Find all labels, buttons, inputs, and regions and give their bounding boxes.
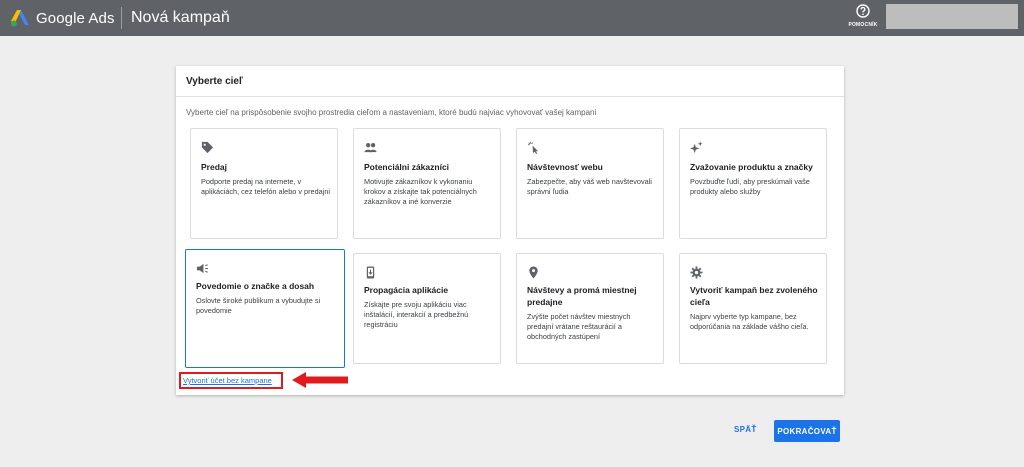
arrow-left-icon xyxy=(292,372,348,388)
goal-card-app-promotion[interactable]: Propagácia aplikácie Získajte pre svoju … xyxy=(353,253,501,364)
card-divider xyxy=(176,96,844,97)
goal-card-leads[interactable]: Potenciálni zákazníci Motivujte zákazník… xyxy=(353,128,501,239)
goal-description: Oslovte široké publikum a vybudujte si p… xyxy=(196,296,321,315)
goal-card-product-consideration[interactable]: Zvažovanie produktu a značky Povzbuďte ľ… xyxy=(679,128,827,239)
goal-title: Vytvoriť kampaň bez zvoleného cieľa xyxy=(690,285,818,307)
create-account-without-campaign-link[interactable]: Vytvoriť účet bez kampane xyxy=(183,376,272,385)
goal-card-local-store-visits[interactable]: Návštevy a promá miestnej predajne Zvýšt… xyxy=(516,253,664,364)
goal-title: Potenciálni zákazníci xyxy=(364,162,450,172)
goal-description: Zabezpečte, aby váš web navštevovali spr… xyxy=(527,177,652,196)
google-ads-logo-icon[interactable] xyxy=(10,9,30,27)
goal-title: Návštevy a promá miestnej predajne xyxy=(527,285,637,307)
goal-card-no-goal[interactable]: Vytvoriť kampaň bez zvoleného cieľa Najp… xyxy=(679,253,827,364)
gear-icon xyxy=(690,266,703,279)
sparkle-icon xyxy=(690,141,703,154)
megaphone-icon xyxy=(196,263,209,274)
goal-title: Povedomie o značke a dosah xyxy=(196,281,315,291)
back-button[interactable]: SPÄŤ xyxy=(734,425,757,434)
brand-name[interactable]: Google Ads xyxy=(36,10,115,27)
goal-description: Zvýšte počet návštev miestnych predajní … xyxy=(527,312,631,341)
goal-card-sales[interactable]: Predaj Podporte predaj na internete, v a… xyxy=(190,128,338,239)
top-bar: Google Ads Nová kampaň POMOCNÍK xyxy=(0,0,1024,36)
goal-title: Predaj xyxy=(201,162,227,172)
goal-description: Najprv vyberte typ kampane, bez odporúča… xyxy=(690,312,809,331)
card-title: Vyberte cieľ xyxy=(186,76,243,87)
location-pin-icon xyxy=(529,266,538,279)
continue-button[interactable]: POKRAČOVAŤ xyxy=(774,420,840,442)
goal-description: Získajte pre svoju aplikáciu viac inštal… xyxy=(364,300,469,329)
goal-title: Zvažovanie produktu a značky xyxy=(690,162,813,172)
goal-card-website-traffic[interactable]: Návštevnosť webu Zabezpečte, aby váš web… xyxy=(516,128,664,239)
help-label: POMOCNÍK xyxy=(848,22,878,28)
cursor-click-icon xyxy=(527,141,539,154)
page-title: Nová kampaň xyxy=(131,9,230,26)
card-subtitle: Vyberte cieľ na prispôsobenie svojho pro… xyxy=(186,108,597,117)
goal-description: Povzbuďte ľudí, aby preskúmali vaše prod… xyxy=(690,177,810,196)
help-button[interactable]: POMOCNÍK xyxy=(843,4,883,32)
goal-card-brand-awareness[interactable]: Povedomie o značke a dosah Oslovte širok… xyxy=(185,249,345,368)
phone-app-icon xyxy=(366,266,375,279)
goal-title: Propagácia aplikácie xyxy=(364,285,449,295)
help-icon xyxy=(856,4,870,18)
tag-icon xyxy=(201,141,214,154)
goal-description: Motivujte zákazníkov k vykonaniu krokov … xyxy=(364,177,477,206)
people-icon xyxy=(364,143,377,153)
goal-description: Podporte predaj na internete, v aplikáci… xyxy=(201,177,330,196)
account-menu[interactable] xyxy=(886,4,1018,29)
goal-title: Návštevnosť webu xyxy=(527,162,603,172)
header-divider xyxy=(121,7,122,29)
